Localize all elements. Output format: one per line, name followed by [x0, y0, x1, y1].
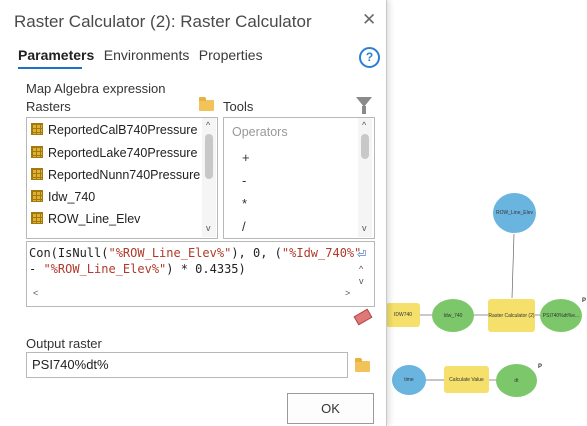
- operators-list[interactable]: Operators + - * / ^ v: [223, 117, 375, 239]
- scrollbar-thumb[interactable]: [361, 134, 369, 159]
- expression-line-2: - "%ROW_Line_Elev%") * 0.4335): [29, 262, 246, 276]
- raster-item[interactable]: Idw_740: [31, 190, 95, 204]
- close-icon[interactable]: ✕: [362, 10, 376, 30]
- operator-minus[interactable]: -: [242, 173, 246, 188]
- operators-title: Operators: [232, 125, 288, 139]
- raster-item[interactable]: ROW_Line_Elev: [31, 212, 140, 226]
- tab-properties[interactable]: Properties: [199, 47, 263, 63]
- filter-icon-stem: [362, 106, 366, 114]
- tab-environments[interactable]: Environments: [104, 47, 190, 63]
- title-bar[interactable]: Raster Calculator (2): Raster Calculator…: [0, 0, 386, 40]
- model-node-idw-740[interactable]: Idw_740: [432, 299, 474, 332]
- model-node-row-line-elev[interactable]: ROW_Line_Elev: [493, 193, 536, 233]
- browse-output-folder-icon[interactable]: [355, 358, 370, 372]
- raster-item-label: ReportedLake740Pressure: [48, 146, 198, 160]
- scroll-down-icon[interactable]: v: [359, 276, 364, 286]
- raster-item-label: Idw_740: [48, 190, 96, 204]
- ok-button[interactable]: OK: [287, 393, 374, 424]
- raster-layer-icon: [31, 168, 43, 180]
- raster-item[interactable]: ReportedNunn740Pressure: [31, 168, 200, 182]
- scrollbar-thumb[interactable]: [205, 134, 213, 179]
- parameter-tag: P: [582, 298, 587, 304]
- model-node-time[interactable]: time: [392, 365, 426, 395]
- raster-item[interactable]: ReportedCalB740Pressure: [31, 123, 197, 137]
- tools-label: Tools: [223, 99, 254, 114]
- raster-layer-icon: [31, 190, 43, 202]
- scroll-up-icon[interactable]: ^: [362, 120, 366, 130]
- raster-layer-icon: [31, 123, 43, 135]
- tab-bar: Parameters Environments Properties: [18, 47, 268, 69]
- output-raster-label: Output raster: [26, 336, 102, 351]
- parameter-tag: P: [538, 364, 543, 370]
- raster-item-label: ROW_Line_Elev: [48, 212, 141, 226]
- scroll-right-icon[interactable]: >: [345, 288, 350, 298]
- raster-item-label: ReportedNunn740Pressure: [48, 168, 201, 182]
- model-node-dt[interactable]: dt: [496, 364, 537, 397]
- operators-scrollbar[interactable]: ^ v: [358, 118, 372, 237]
- raster-item[interactable]: ReportedLake740Pressure: [31, 146, 197, 160]
- model-node-idw740-input[interactable]: IDW740: [386, 303, 420, 327]
- scroll-left-icon[interactable]: <: [33, 288, 38, 298]
- browse-folder-icon[interactable]: [199, 97, 214, 111]
- model-node-raster-calculator[interactable]: Raster Calculator (2): [488, 299, 535, 332]
- dialog-title: Raster Calculator (2): Raster Calculator: [14, 12, 312, 31]
- output-raster-value: PSI740%dt%: [32, 357, 109, 372]
- model-node-psi740[interactable]: PSI740%dt%e...: [540, 299, 582, 332]
- operator-divide[interactable]: /: [242, 219, 246, 234]
- raster-calculator-dialog: Raster Calculator (2): Raster Calculator…: [0, 0, 387, 426]
- expression-hscrollbar[interactable]: < >: [29, 287, 354, 301]
- map-algebra-label: Map Algebra expression: [26, 81, 166, 96]
- active-tab-indicator: [18, 67, 82, 69]
- rasters-list[interactable]: ReportedCalB740Pressure ReportedLake740P…: [26, 117, 218, 239]
- raster-layer-icon: [31, 212, 43, 224]
- output-raster-field[interactable]: PSI740%dt%: [26, 352, 348, 378]
- help-icon[interactable]: ?: [359, 47, 380, 68]
- clear-expression-icon[interactable]: [353, 308, 373, 326]
- scroll-up-icon[interactable]: ^: [206, 120, 210, 130]
- word-wrap-icon[interactable]: ⏎: [357, 248, 366, 261]
- expression-editor[interactable]: Con(IsNull("%ROW_Line_Elev%"), 0, ("%Idw…: [26, 241, 375, 307]
- rasters-scrollbar[interactable]: ^ v: [202, 118, 216, 237]
- scroll-up-icon[interactable]: ^: [359, 264, 363, 274]
- model-node-calculate-value[interactable]: Calculate Value: [444, 366, 489, 393]
- raster-item-label: ReportedCalB740Pressure: [48, 123, 198, 137]
- operator-plus[interactable]: +: [242, 150, 250, 165]
- raster-layer-icon: [31, 146, 43, 158]
- tab-parameters[interactable]: Parameters: [18, 47, 94, 63]
- scroll-down-icon[interactable]: v: [206, 223, 211, 233]
- expression-line-1: Con(IsNull("%ROW_Line_Elev%"), 0, ("%Idw…: [29, 246, 362, 260]
- operator-multiply[interactable]: *: [242, 196, 247, 211]
- rasters-label: Rasters: [26, 99, 71, 114]
- scroll-down-icon[interactable]: v: [362, 223, 367, 233]
